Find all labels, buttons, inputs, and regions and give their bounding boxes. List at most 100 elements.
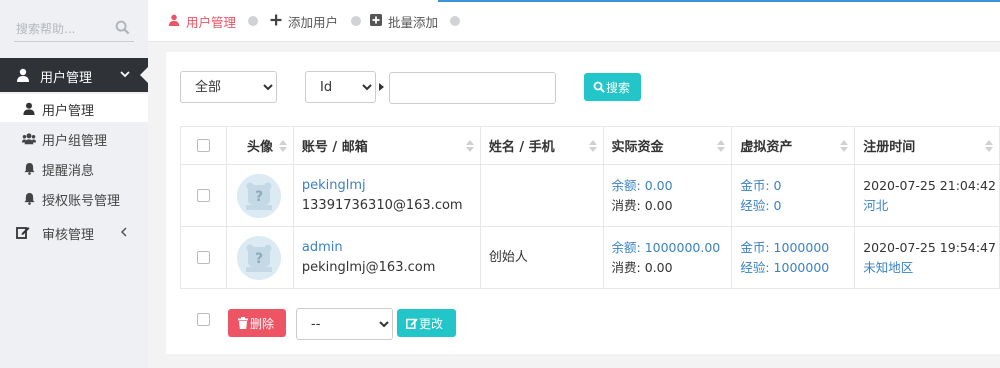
col-header-avatar[interactable]: 头像 (225, 126, 294, 165)
balance-link[interactable]: 余额: 1000000.00 (612, 238, 732, 258)
row-select-cell (180, 164, 227, 227)
col-header-reg-time[interactable]: 注册时间 (854, 126, 1000, 165)
edit-icon (406, 318, 418, 329)
nav-user-management[interactable]: 用户管理 (0, 58, 148, 92)
tab-close-dot[interactable] (248, 16, 258, 26)
user-icon (17, 68, 29, 82)
search-button[interactable]: 搜索 (584, 73, 641, 101)
avatar-cell: ? (225, 164, 294, 227)
col-header-name[interactable]: 姓名 / 手机 (479, 126, 604, 165)
tab-label: 用户管理 (186, 15, 237, 30)
chevron-left-icon (120, 227, 127, 237)
bulk-select-checkbox[interactable] (197, 313, 210, 326)
balance-link[interactable]: 余额: 0.00 (612, 176, 732, 196)
account-email: 13391736310@163.com (301, 197, 463, 213)
sort-icon[interactable] (840, 140, 849, 152)
col-header-virtual-assets[interactable]: 虚拟资产 (731, 126, 856, 165)
select-all-checkbox[interactable] (196, 139, 210, 152)
delete-button[interactable]: 删除 (228, 309, 286, 337)
search-button-label: 搜索 (606, 81, 631, 95)
user-table: 头像 账号 / 邮箱 姓名 / 手机 实际资金 虚拟资产 注册时间 ? peki… (180, 126, 1000, 289)
sort-icon[interactable] (985, 140, 993, 152)
sidebar: 搜索帮助... 用户管理 用户管理 用户组管理 提醒消息 授权账号管理 审核管理 (0, 0, 148, 368)
exp-link[interactable]: 经验: 0 (740, 196, 854, 216)
svg-text:?: ? (255, 189, 263, 205)
tab-bar: 用户管理 添加用户 批量添加 (148, 0, 1000, 42)
row-select-cell (180, 226, 227, 289)
virtual-assets-cell: 金币: 0 经验: 0 (731, 164, 856, 227)
reg-time-text: 2020-07-25 21:04:42 (863, 177, 996, 193)
tab-close-dot[interactable] (450, 16, 460, 26)
tab-add-user[interactable]: 添加用户 (270, 12, 370, 30)
sort-icon[interactable] (278, 140, 287, 152)
change-button[interactable]: 更改 (397, 309, 456, 337)
row-checkbox[interactable] (197, 250, 210, 264)
exp-link[interactable]: 经验: 1000000 (740, 258, 854, 278)
funds-cell: 余额: 1000000.00 消费: 0.00 (602, 226, 733, 289)
svg-text:?: ? (255, 251, 263, 267)
tab-label: 批量添加 (388, 15, 439, 30)
sidebar-item-user-groups[interactable]: 用户组管理 (0, 124, 148, 152)
plus-icon (270, 14, 282, 26)
user-list-panel: 全部 Id 搜索 头像 账号 / 邮箱 姓名 / 手机 实际资金 虚拟资产 注册… (166, 52, 1000, 354)
sidebar-item-label: 授权账号管理 (42, 194, 121, 209)
active-notch (140, 67, 148, 83)
name-cell (479, 164, 604, 227)
spent-text: 消费: 0.00 (611, 259, 673, 275)
avatar-cell: ? (225, 226, 294, 289)
avatar[interactable]: ? (236, 235, 281, 280)
user-icon (168, 14, 180, 26)
field-select[interactable]: Id (305, 71, 376, 103)
region-link[interactable]: 河北 (863, 196, 999, 216)
tab-user-management[interactable]: 用户管理 (168, 12, 268, 30)
sidebar-item-label: 用户管理 (42, 104, 95, 119)
account-link[interactable]: pekinglmj (302, 176, 480, 196)
help-search-input[interactable]: 搜索帮助... (14, 14, 134, 42)
sidebar-item-reminders[interactable]: 提醒消息 (0, 154, 148, 182)
edit-icon (16, 227, 30, 239)
help-search-placeholder: 搜索帮助... (16, 22, 76, 36)
select-all-cell (180, 126, 227, 165)
table-row: ? admin pekinglmj@163.com 创始人 余额: 1000000… (180, 226, 1000, 289)
col-header-funds[interactable]: 实际资金 (602, 126, 733, 165)
reg-time-text: 2020-07-25 19:54:47 (863, 239, 996, 255)
coins-link[interactable]: 金币: 1000000 (740, 238, 854, 258)
col-header-account[interactable]: 账号 / 邮箱 (292, 126, 481, 165)
search-icon[interactable] (115, 20, 130, 35)
sidebar-item-user-management[interactable]: 用户管理 (0, 94, 148, 122)
row-checkbox[interactable] (197, 188, 210, 202)
nav-audit-management-label: 审核管理 (42, 228, 95, 243)
account-link[interactable]: admin (302, 238, 480, 258)
coins-link[interactable]: 金币: 0 (740, 176, 854, 196)
tab-bar-accent-line (438, 0, 1000, 2)
bell-icon (24, 163, 35, 175)
bulk-operation-select[interactable]: -- (296, 308, 393, 340)
sort-icon[interactable] (717, 140, 726, 152)
scope-select[interactable]: 全部 (180, 71, 277, 103)
spent-text: 消费: 0.00 (611, 197, 673, 213)
caret-right-icon (379, 83, 384, 91)
users-icon (22, 133, 36, 145)
sort-icon[interactable] (465, 140, 474, 152)
account-email: pekinglmj@163.com (301, 259, 436, 275)
sidebar-item-authorized-accounts[interactable]: 授权账号管理 (0, 184, 148, 212)
nav-user-management-label: 用户管理 (40, 71, 93, 86)
sort-icon[interactable] (588, 140, 597, 152)
account-cell: pekinglmj 13391736310@163.com (292, 164, 481, 227)
plus-square-icon (370, 14, 382, 26)
region-link[interactable]: 未知地区 (863, 258, 999, 278)
table-row: ? pekinglmj 13391736310@163.com 余额: 0.00 消… (180, 164, 1000, 227)
reg-time-cell: 2020-07-25 19:54:47 未知地区 (854, 226, 1000, 289)
sidebar-item-label: 用户组管理 (42, 134, 108, 149)
trash-icon (238, 317, 248, 329)
name-cell: 创始人 (479, 226, 604, 289)
delete-button-label: 删除 (250, 317, 275, 331)
keyword-input[interactable] (389, 72, 556, 104)
tab-close-dot[interactable] (351, 16, 361, 26)
nav-audit-management[interactable]: 审核管理 (0, 218, 148, 246)
reg-time-cell: 2020-07-25 21:04:42 河北 (854, 164, 1000, 227)
tab-batch-add[interactable]: 批量添加 (370, 12, 470, 30)
avatar[interactable]: ? (236, 173, 281, 218)
search-icon (593, 81, 605, 93)
change-button-label: 更改 (419, 317, 444, 331)
